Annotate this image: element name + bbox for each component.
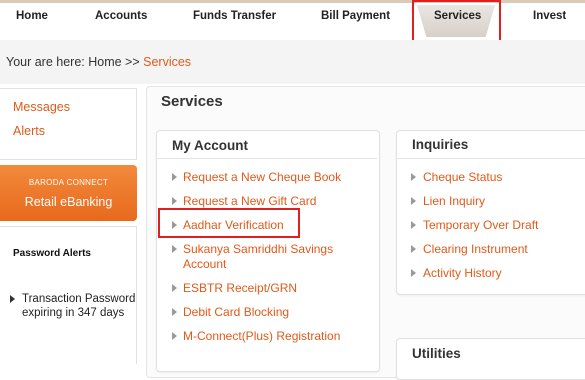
arrow-icon	[172, 284, 177, 292]
arrow-icon	[172, 308, 177, 316]
password-alert-text: Transaction Password expiring in 347 day…	[22, 293, 136, 319]
password-alerts-title: Password Alerts	[13, 248, 91, 259]
arrow-icon	[411, 245, 416, 253]
arrow-icon	[411, 197, 416, 205]
inquiries-title: Inquiries	[412, 137, 469, 152]
sidebar-item-alerts[interactable]: Alerts	[13, 124, 45, 138]
link-debit-card-blocking[interactable]: Debit Card Blocking	[183, 305, 289, 320]
link-clearing-instrument[interactable]: Clearing Instrument	[423, 242, 528, 257]
arrow-icon	[172, 173, 177, 181]
nav-bill-payment[interactable]: Bill Payment	[321, 10, 390, 22]
arrow-icon	[172, 332, 177, 340]
breadcrumb-current[interactable]: Services	[143, 55, 191, 69]
link-activity-history[interactable]: Activity History	[423, 266, 502, 281]
arrow-icon	[172, 197, 177, 205]
sidebar-item-messages[interactable]: Messages	[13, 100, 70, 114]
link-sukanya-samriddhi[interactable]: Sukanya Samriddhi Savings Account	[183, 242, 353, 272]
divider	[157, 158, 377, 159]
arrow-icon	[172, 245, 177, 253]
brand-tagline: Retail eBanking	[24, 195, 113, 209]
nav-home[interactable]: Home	[16, 10, 48, 22]
link-lien-inquiry[interactable]: Lien Inquiry	[423, 194, 485, 209]
link-temporary-over-draft[interactable]: Temporary Over Draft	[423, 218, 538, 233]
arrow-icon	[411, 269, 416, 277]
arrow-icon	[411, 173, 416, 181]
divider	[397, 158, 585, 159]
my-account-title: My Account	[172, 138, 249, 153]
bullet-icon	[10, 295, 15, 303]
nav-funds-transfer[interactable]: Funds Transfer	[193, 10, 276, 22]
baroda-connect-logo: BARODA CONNECT Retail eBanking	[0, 165, 137, 221]
link-cheque-status[interactable]: Cheque Status	[423, 170, 502, 185]
arrow-icon	[411, 221, 416, 229]
aadhar-highlight-box	[158, 208, 300, 238]
utilities-title: Utilities	[412, 346, 461, 361]
nav-accounts[interactable]: Accounts	[95, 10, 147, 22]
link-esbtr-receipt[interactable]: ESBTR Receipt/GRN	[183, 281, 297, 296]
link-request-cheque-book[interactable]: Request a New Cheque Book	[183, 170, 341, 185]
breadcrumb-prefix: Your are here: Home >>	[6, 55, 144, 69]
breadcrumb: Your are here: Home >> Services	[6, 55, 191, 69]
brand-name: BARODA CONNECT	[28, 178, 109, 187]
link-m-connect-registration[interactable]: M-Connect(Plus) Registration	[183, 329, 340, 344]
services-highlight-box	[412, 0, 501, 43]
link-request-gift-card[interactable]: Request a New Gift Card	[183, 194, 316, 209]
nav-invest[interactable]: Invest	[533, 10, 566, 22]
page-title: Services	[161, 93, 223, 110]
